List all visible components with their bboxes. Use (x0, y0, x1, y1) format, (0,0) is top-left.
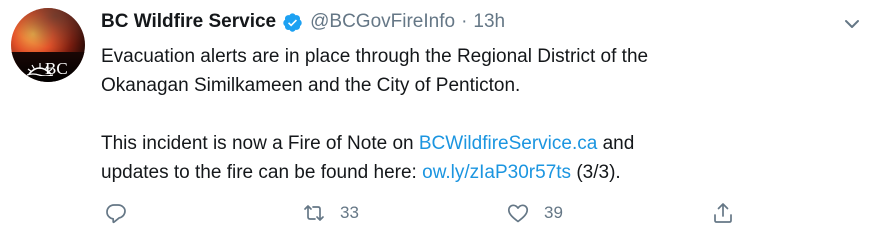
tweet-actions: 33 39 (0, 198, 882, 228)
reply-button[interactable] (104, 198, 128, 228)
avatar-logo-text: BC (45, 59, 68, 78)
like-button[interactable]: 39 (506, 198, 563, 228)
tweet-header: BC Wildfire Service @BCGovFireInfo · 13h (101, 10, 505, 34)
tweet-text: Evacuation alerts are in place through t… (101, 42, 861, 187)
bcwildfire-link[interactable]: BCWildfireService.ca (419, 133, 597, 154)
verified-badge-icon (283, 12, 302, 32)
chevron-down-icon[interactable] (840, 12, 864, 36)
tweet-text-line: Okanagan Similkameen and the City of Pen… (101, 75, 521, 96)
separator-dot: · (461, 11, 468, 32)
retweet-icon (304, 205, 324, 221)
tweet-text-line: updates to the fire can be found here: o… (101, 158, 861, 187)
retweet-count: 33 (340, 203, 359, 222)
tweet-text-segment: updates to the fire can be found here: (101, 162, 423, 183)
tweet-text-line: Evacuation alerts are in place through t… (101, 46, 649, 67)
share-icon (714, 203, 732, 223)
tweet-text-segment: (3/3). (571, 162, 621, 183)
tweet-text-segment: This incident is now a Fire of Note on (101, 133, 419, 154)
heart-icon (507, 204, 529, 223)
tweet-card[interactable]: BC BC Wildfire Service @BCGovFireInfo · … (0, 0, 882, 246)
avatar-smoke (11, 8, 85, 48)
tweet-text-segment: and (597, 133, 635, 154)
account-name[interactable]: BC Wildfire Service (101, 11, 276, 33)
avatar[interactable]: BC (11, 8, 85, 82)
reply-icon (106, 204, 126, 224)
account-handle[interactable]: @BCGovFireInfo (310, 11, 455, 33)
tweet-timestamp[interactable]: 13h (473, 11, 505, 33)
tweet-text-line: This incident is now a Fire of Note on B… (101, 129, 861, 158)
like-count: 39 (544, 203, 563, 222)
share-button[interactable] (711, 198, 735, 228)
short-url-link[interactable]: ow.ly/zIaP30r57ts (422, 162, 571, 183)
retweet-button[interactable]: 33 (302, 198, 359, 228)
